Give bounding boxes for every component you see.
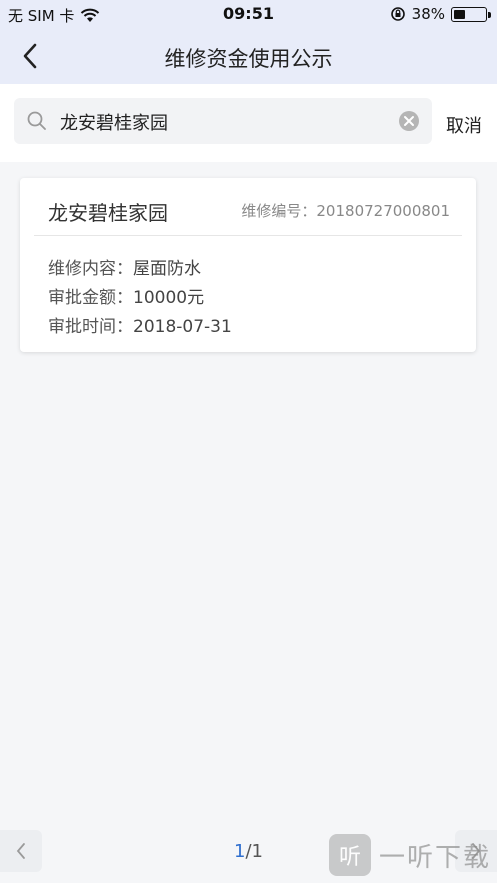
search-bar: 取消: [0, 84, 497, 162]
total-pages: 1: [251, 841, 263, 862]
cancel-button[interactable]: 取消: [446, 112, 482, 138]
approval-date-value: 2018-07-31: [133, 317, 232, 337]
watermark-text: 一听下载: [378, 842, 491, 873]
approval-date-label: 审批时间：: [48, 317, 133, 337]
card-divider: [34, 235, 462, 236]
status-right: 38%: [390, 5, 491, 23]
search-box[interactable]: [14, 98, 432, 146]
clear-icon[interactable]: [398, 110, 420, 132]
repair-number-value: 20180727000801: [316, 202, 450, 220]
battery-icon: [451, 6, 491, 22]
approved-amount-value: 10000元: [133, 288, 205, 308]
repair-content-value: 屋面防水: [133, 259, 201, 279]
battery-percent: 38%: [411, 5, 445, 23]
repair-number-label: 维修编号：: [241, 202, 317, 220]
result-card[interactable]: 龙安碧桂家园 维修编号：20180727000801 维修内容：屋面防水 审批金…: [20, 178, 476, 352]
status-bar: 无 SIM 卡 09:51 38%: [0, 0, 497, 28]
watermark-logo: 听: [328, 834, 371, 876]
repair-number: 维修编号：20180727000801: [241, 200, 450, 221]
watermark: 听 一听下载: [328, 833, 491, 877]
current-page: 1: [234, 841, 246, 862]
card-title: 龙安碧桂家园: [48, 201, 168, 225]
search-icon: [27, 111, 46, 130]
nav-bar: 维修资金使用公示: [0, 28, 497, 84]
approved-amount-row: 审批金额：10000元: [48, 283, 204, 308]
page-title: 维修资金使用公示: [164, 47, 333, 71]
rotation-lock-icon: [390, 7, 405, 21]
approved-amount-label: 审批金额：: [48, 288, 133, 308]
repair-content-label: 维修内容：: [48, 259, 133, 279]
approval-date-row: 审批时间：2018-07-31: [48, 312, 232, 337]
search-input[interactable]: [58, 98, 402, 146]
repair-content-row: 维修内容：屋面防水: [48, 254, 201, 279]
